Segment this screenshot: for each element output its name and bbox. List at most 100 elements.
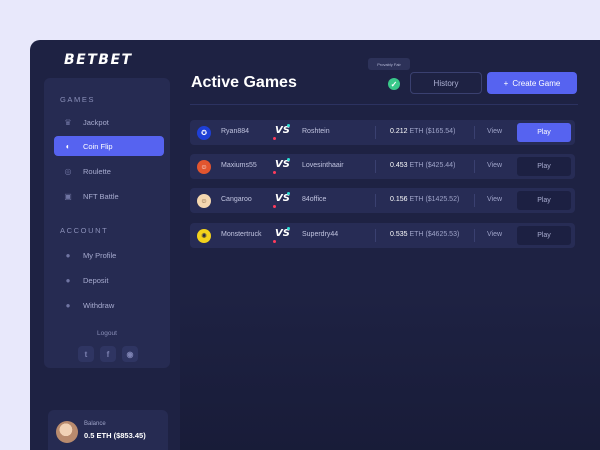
sidebar-item-label: Roulette — [83, 166, 111, 176]
sidebar-item-withdraw[interactable]: ● Withdraw — [54, 295, 164, 315]
wager-value: 0.156 — [390, 196, 408, 203]
app-window: BETBET GAMES ♛ Jackpot ◐ Coin Flip ◎ Rou… — [30, 40, 600, 450]
account-section-title: ACCOUNT — [60, 226, 109, 235]
player-avatar: ✺ — [197, 229, 211, 243]
vs-dot-cyan — [287, 158, 290, 161]
wager-usd: ($165.54) — [425, 128, 456, 135]
page-title: Active Games — [191, 74, 297, 91]
row-divider — [375, 229, 376, 242]
row-divider — [375, 194, 376, 207]
twitter-icon[interactable]: t — [78, 346, 94, 362]
vs-dot-red — [273, 205, 276, 208]
wager-usd: ($425.44) — [425, 162, 456, 169]
avatar[interactable] — [56, 421, 78, 443]
vs-dot-red — [273, 137, 276, 140]
row-divider — [375, 126, 376, 139]
logout-link[interactable]: Logout — [44, 330, 170, 337]
game-row: ☺ Cangaroo VS 84office 0.156 ETH ($1425.… — [190, 188, 575, 213]
sidebar-item-label: Withdraw — [83, 300, 115, 310]
wager-usd: ($1425.52) — [425, 196, 460, 203]
player-two-name: Superdry44 — [302, 231, 339, 238]
history-button[interactable]: History — [410, 72, 482, 94]
row-divider — [474, 229, 475, 242]
player-two-name: 84office — [302, 196, 327, 203]
wager-usd: ($4625.53) — [425, 231, 460, 238]
row-divider — [474, 126, 475, 139]
user-icon: ● — [65, 300, 71, 310]
row-divider — [474, 194, 475, 207]
sidebar-item-label: Deposit — [83, 275, 109, 285]
wager-value: 0.535 — [390, 231, 408, 238]
play-button[interactable]: Play — [517, 226, 571, 245]
nft-icon: ▣ — [64, 191, 72, 201]
vs-dot-red — [273, 240, 276, 243]
balance-value: 0.5 ETH ($853.45) — [84, 431, 146, 440]
row-divider — [375, 160, 376, 173]
coin-icon: ◐ — [65, 141, 71, 151]
view-game-link[interactable]: View — [487, 231, 502, 238]
vs-dot-cyan — [287, 124, 290, 127]
row-divider — [474, 160, 475, 173]
game-row: ✺ Monstertruck VS Superdry44 0.535 ETH (… — [190, 223, 575, 248]
player-one-name: Maxiums55 — [221, 162, 257, 169]
wager-amount: 0.212 ETH ($165.54) — [390, 128, 455, 135]
play-button[interactable]: Play — [517, 157, 571, 176]
balance-card: Balance 0.5 ETH ($853.45) — [48, 410, 168, 450]
wager-unit: ETH — [409, 231, 424, 238]
game-row: ☺ Maxiums55 VS Lovesinthaair 0.453 ETH (… — [190, 154, 575, 179]
wager-unit: ETH — [409, 128, 424, 135]
player-two-name: Lovesinthaair — [302, 162, 344, 169]
game-row: ✪ Ryan884 VS Roshtein 0.212 ETH ($165.54… — [190, 120, 575, 145]
sidebar-item-deposit[interactable]: ● Deposit — [54, 270, 164, 290]
brand-logo[interactable]: BETBET — [64, 52, 133, 68]
sidebar-item-roulette[interactable]: ◎ Roulette — [54, 161, 164, 181]
roulette-icon: ◎ — [64, 166, 72, 176]
wager-amount: 0.453 ETH ($425.44) — [390, 162, 455, 169]
wager-value: 0.453 — [390, 162, 408, 169]
player-one-name: Cangaroo — [221, 196, 252, 203]
player-one-name: Ryan884 — [221, 128, 250, 135]
player-one-name: Monstertruck — [221, 231, 262, 238]
provably-fair-badge[interactable]: ✓ — [388, 78, 400, 90]
wager-value: 0.212 — [390, 128, 408, 135]
player-two-name: Roshtein — [302, 128, 330, 135]
sidebar-item-label: NFT Battle — [83, 191, 119, 201]
sidebar-item-label: Coin Flip — [83, 141, 113, 151]
header-divider — [190, 104, 578, 105]
wager-unit: ETH — [409, 196, 424, 203]
check-badge-icon: ✓ — [388, 78, 400, 90]
crown-icon: ♛ — [64, 117, 72, 127]
sidebar-item-my-profile[interactable]: ● My Profile — [54, 245, 164, 265]
create-game-button[interactable]: + Create Game — [487, 72, 577, 94]
sidebar-item-coin-flip[interactable]: ◐ Coin Flip — [54, 136, 164, 156]
play-button[interactable]: Play — [517, 191, 571, 210]
plus-icon: + — [503, 78, 509, 88]
social-links: t f ◉ — [78, 346, 138, 362]
wager-unit: ETH — [409, 162, 424, 169]
sidebar: GAMES ♛ Jackpot ◐ Coin Flip ◎ Roulette ▣… — [44, 78, 170, 368]
view-game-link[interactable]: View — [487, 196, 502, 203]
player-avatar: ☺ — [197, 160, 211, 174]
user-icon: ● — [65, 250, 71, 260]
user-icon: ● — [65, 275, 71, 285]
wager-amount: 0.156 ETH ($1425.52) — [390, 196, 459, 203]
create-game-label: Create Game — [512, 78, 561, 88]
sidebar-item-jackpot[interactable]: ♛ Jackpot — [54, 112, 164, 132]
facebook-icon[interactable]: f — [100, 346, 116, 362]
wager-amount: 0.535 ETH ($4625.53) — [390, 231, 459, 238]
play-button[interactable]: Play — [517, 123, 571, 142]
view-game-link[interactable]: View — [487, 162, 502, 169]
vs-dot-cyan — [287, 227, 290, 230]
vs-dot-red — [273, 171, 276, 174]
player-avatar: ✪ — [197, 126, 211, 140]
balance-label: Balance — [84, 421, 106, 427]
sidebar-item-label: Jackpot — [83, 117, 109, 127]
discord-icon[interactable]: ◉ — [122, 346, 138, 362]
games-section-title: GAMES — [60, 95, 96, 104]
sidebar-item-label: My Profile — [83, 250, 117, 260]
view-game-link[interactable]: View — [487, 128, 502, 135]
provably-fair-tooltip: Provably Fair — [368, 58, 410, 70]
player-avatar: ☺ — [197, 194, 211, 208]
vs-dot-cyan — [287, 192, 290, 195]
sidebar-item-nft-battle[interactable]: ▣ NFT Battle — [54, 186, 164, 206]
